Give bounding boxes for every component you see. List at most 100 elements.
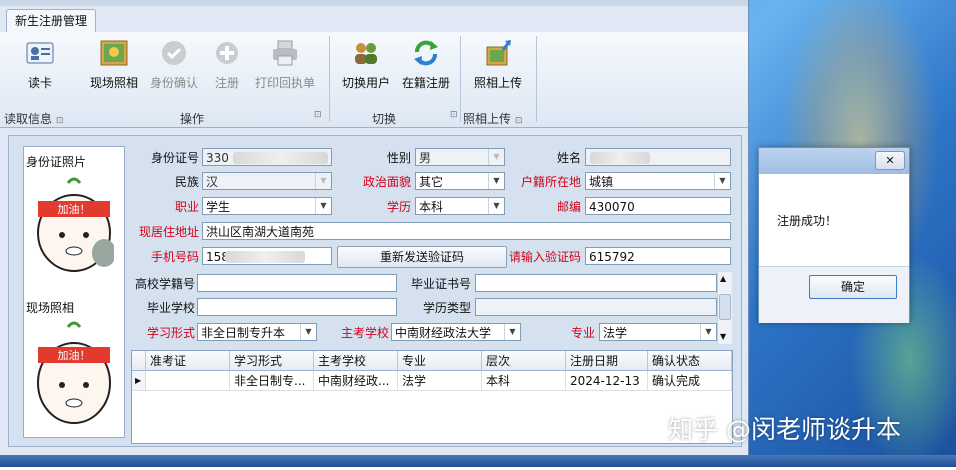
group-launcher-icon[interactable]: ⊡: [515, 116, 523, 126]
cert-no-field[interactable]: [475, 274, 717, 292]
hukou-select[interactable]: 城镇 ▼: [585, 172, 731, 190]
scroll-thumb[interactable]: [719, 294, 731, 320]
chevron-down-icon: ▼: [700, 324, 716, 340]
major-value: 法学: [603, 326, 628, 340]
id-number-label: 身份证号: [150, 151, 199, 165]
edu-type-field[interactable]: [475, 298, 717, 316]
id-confirm-button[interactable]: 身份确认: [146, 36, 202, 96]
dialog-footer: 确定: [759, 266, 909, 323]
group-read-info-label: 读取信息: [4, 112, 53, 126]
scroll-down-icon[interactable]: ▼: [720, 332, 726, 341]
ribbon-separator: [329, 36, 330, 122]
table-cell[interactable]: [146, 371, 230, 391]
print-receipt-label: 打印回执单: [254, 76, 315, 90]
address-value: 洪山区南湖大道南苑: [206, 225, 315, 239]
name-field[interactable]: [585, 148, 731, 166]
gender-value: 男: [419, 151, 432, 165]
id-photo-label: 身份证照片: [26, 155, 87, 169]
chevron-down-icon: ▼: [488, 173, 504, 189]
table-cell[interactable]: 确认完成: [648, 371, 732, 391]
tab-new-student-registration[interactable]: 新生注册管理: [6, 9, 97, 32]
group-launcher-icon[interactable]: ⊡: [314, 110, 322, 126]
table-cell[interactable]: 非全日制专...: [230, 371, 314, 391]
register-button[interactable]: 注册: [210, 36, 244, 96]
zip-label: 邮编: [556, 200, 581, 214]
table-cell[interactable]: 中南财经政...: [314, 371, 398, 391]
id-confirm-label: 身份确认: [149, 76, 198, 90]
chevron-down-icon: ▼: [504, 324, 520, 340]
read-card-button[interactable]: 读卡: [18, 36, 62, 96]
scroll-up-icon[interactable]: ▲: [720, 274, 726, 283]
live-photo-image: 加油！: [34, 313, 114, 431]
live-photo-button[interactable]: 现场照相: [86, 36, 142, 96]
zip-value: 430070: [589, 200, 635, 214]
row-header-corner: [132, 351, 146, 371]
resend-code-button[interactable]: 重新发送验证码: [337, 246, 507, 268]
plus-circle-icon: [212, 38, 242, 68]
group-operations-label: 操作: [180, 112, 205, 126]
phone-field[interactable]: 158: [202, 247, 332, 265]
study-form-select[interactable]: 非全日制专升本 ▼: [197, 323, 317, 341]
gender-select[interactable]: 男 ▼: [415, 148, 505, 166]
ok-button[interactable]: 确定: [809, 275, 897, 299]
occupation-value: 学生: [206, 200, 231, 214]
switch-user-button[interactable]: 切换用户: [338, 36, 394, 96]
column-header[interactable]: 注册日期: [566, 351, 648, 371]
education-select[interactable]: 本科 ▼: [415, 197, 505, 215]
ethnic-select[interactable]: 汉 ▼: [202, 172, 332, 190]
refresh-icon: [411, 38, 441, 68]
politics-label: 政治面貌: [362, 175, 411, 189]
zip-field[interactable]: 430070: [585, 197, 731, 215]
main-school-select[interactable]: 中南财经政法大学 ▼: [391, 323, 521, 341]
print-receipt-button[interactable]: 打印回执单: [252, 36, 318, 96]
subform-scrollbar[interactable]: ▲ ▼: [717, 272, 732, 344]
register-label: 注册: [214, 76, 239, 90]
row-selector-icon[interactable]: ▶: [132, 371, 146, 391]
ethnic-value: 汉: [206, 175, 219, 189]
column-header[interactable]: 专业: [398, 351, 482, 371]
column-header[interactable]: 学习形式: [230, 351, 314, 371]
main-school-label: 主考学校: [340, 326, 389, 340]
column-header[interactable]: 主考学校: [314, 351, 398, 371]
column-header[interactable]: 确认状态: [648, 351, 732, 371]
chevron-down-icon: ▼: [488, 198, 504, 214]
education-label: 学历: [386, 200, 411, 214]
redacted-mask: [225, 251, 305, 263]
education-value: 本科: [419, 200, 444, 214]
close-icon[interactable]: ✕: [875, 151, 905, 170]
hukou-label: 户籍所在地: [520, 175, 581, 189]
group-launcher-icon[interactable]: ⊡: [450, 110, 458, 126]
group-switch-label: 切换: [372, 112, 397, 126]
photo-upload-button[interactable]: 照相上传: [470, 36, 526, 96]
chevron-down-icon: ▼: [315, 173, 331, 189]
column-header[interactable]: 准考证: [146, 351, 230, 371]
column-header[interactable]: 层次: [482, 351, 566, 371]
users-icon: [351, 38, 381, 68]
table-cell[interactable]: 本科: [482, 371, 566, 391]
group-launcher-icon[interactable]: ⊡: [56, 116, 64, 126]
code-field[interactable]: 615792: [585, 247, 731, 265]
edu-type-label: 学历类型: [422, 301, 471, 315]
tab-strip: 新生注册管理: [0, 6, 748, 33]
address-field[interactable]: 洪山区南湖大道南苑: [202, 222, 731, 240]
study-form-label: 学习形式: [146, 326, 195, 340]
politics-select[interactable]: 其它 ▼: [415, 172, 505, 190]
gender-label: 性别: [386, 151, 411, 165]
table-cell[interactable]: 2024-12-13: [566, 371, 648, 391]
enrolled-register-label: 在籍注册: [401, 76, 450, 90]
group-photo-upload: 照相上传 ⊡: [463, 110, 522, 126]
registration-form-panel: 身份证照片 加油！ 现场照相 加油！ 身份证号 330 性别 男 ▼ 姓名 民族…: [8, 135, 742, 447]
ethnic-label: 民族: [174, 175, 199, 189]
ribbon-separator: [460, 36, 461, 122]
table-cell[interactable]: 法学: [398, 371, 482, 391]
education-subform: 高校学籍号 毕业证书号 毕业学校 学历类型 学习形式 非全日制专升本 ▼ 主考学…: [125, 271, 717, 347]
switch-user-label: 切换用户: [341, 76, 390, 90]
enrolled-register-button[interactable]: 在籍注册: [398, 36, 454, 96]
major-select[interactable]: 法学 ▼: [599, 323, 717, 341]
school-no-field[interactable]: [197, 274, 397, 292]
major-label: 专业: [570, 326, 595, 340]
id-number-field[interactable]: 330: [202, 148, 332, 166]
occupation-select[interactable]: 学生 ▼: [202, 197, 332, 215]
phone-label: 手机号码: [150, 250, 199, 264]
grad-school-field[interactable]: [197, 298, 397, 316]
